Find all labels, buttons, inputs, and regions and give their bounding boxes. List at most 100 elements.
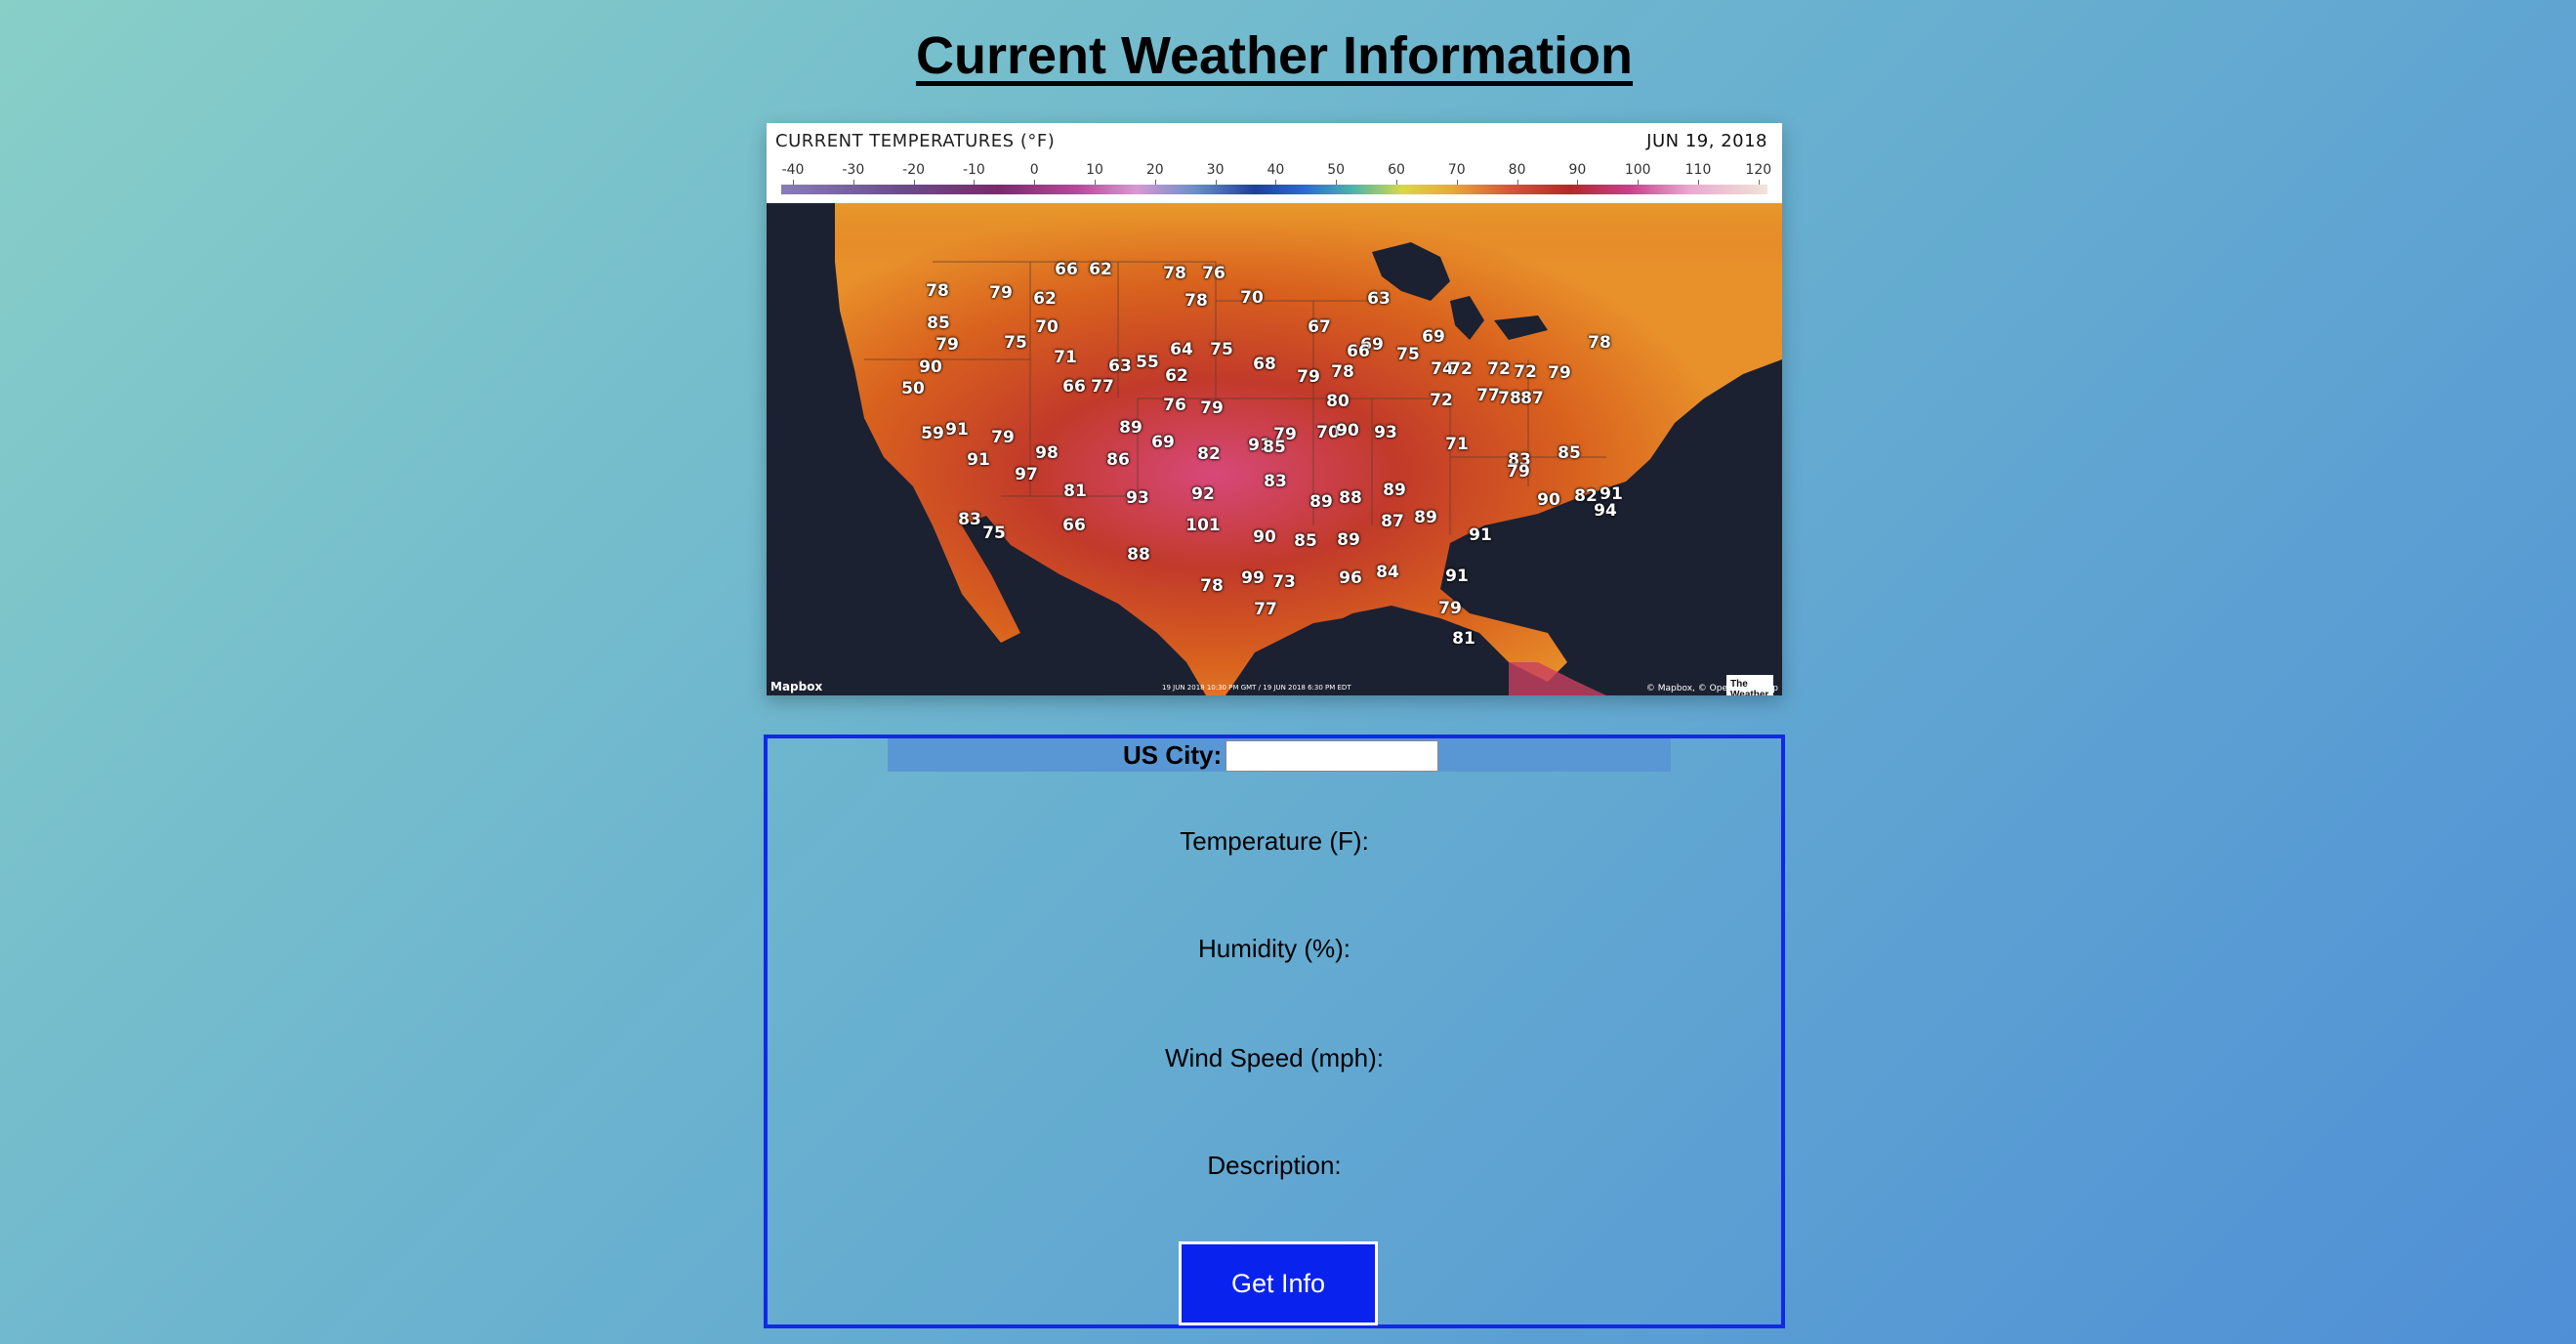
temperature-label: 77: [1476, 386, 1500, 405]
temperature-label: 69: [1151, 433, 1175, 452]
temperature-label: 91: [945, 420, 969, 440]
temperature-label: 72: [1430, 391, 1453, 410]
temperature-label: 79: [1200, 399, 1224, 418]
temperature-label: 63: [1367, 289, 1391, 309]
temperature-label: 92: [1191, 484, 1215, 504]
scale-label: 120: [1745, 162, 1772, 178]
temperature-label: 72: [1514, 362, 1537, 382]
temperature-label: 66: [1062, 377, 1086, 397]
description-label: Description:: [1207, 1151, 1342, 1180]
temperature-label: 99: [1241, 568, 1265, 588]
temperature-label: 62: [1033, 289, 1057, 309]
scale-label: 0: [1029, 162, 1039, 178]
temperature-label: 90: [919, 357, 942, 377]
temperature-label: 79: [1297, 367, 1320, 387]
temperature-label: 78: [1184, 291, 1208, 311]
map-timestamp: 19 JUN 2018 10:30 PM GMT / 19 JUN 2018 6…: [1162, 684, 1351, 692]
temperature-label: 89: [1337, 530, 1360, 550]
temperature-label: 90: [1336, 421, 1359, 441]
scale-label: 90: [1568, 162, 1587, 178]
temperature-label: 78: [1498, 389, 1521, 408]
scale-label: 70: [1447, 162, 1466, 178]
weather-form: US City: Temperature (F): Humidity (%): …: [764, 735, 1785, 1328]
temperature-label: 90: [1253, 527, 1276, 547]
temperature-label: 85: [1558, 443, 1581, 463]
temperature-label: 85: [1263, 438, 1286, 457]
temperature-label: 83: [958, 510, 981, 529]
scale-label: 10: [1086, 162, 1103, 178]
temperature-label: 59: [921, 424, 944, 443]
temperature-label: 77: [1091, 377, 1114, 397]
temperature-label: 66: [1347, 342, 1370, 361]
weather-channel-logo: TheWeatherChannel: [1726, 675, 1773, 695]
temperature-label: 91: [1445, 567, 1469, 586]
temperature-label: 79: [1438, 599, 1462, 618]
scale-label: -30: [842, 162, 865, 178]
temperature-label: 79: [991, 428, 1015, 447]
temperature-label: 89: [1383, 481, 1406, 500]
temperature-label: 78: [1163, 264, 1186, 283]
temperature-label: 88: [1127, 545, 1150, 565]
temperature-label: 50: [901, 379, 925, 399]
temperature-label: 78: [926, 281, 949, 301]
temperature-label: 93: [1126, 488, 1149, 508]
temperature-label: 66: [1055, 260, 1078, 279]
temperature-label: 79: [1548, 363, 1571, 383]
temperature-label: 66: [1062, 516, 1086, 535]
temperature-label: 97: [1015, 465, 1038, 484]
page-title: Current Weather Information: [915, 26, 1634, 85]
temperature-label: 71: [1054, 348, 1077, 367]
temperature-label: 72: [1487, 359, 1511, 379]
temperature-label: 75: [1210, 340, 1233, 359]
temperature-label: 63: [1108, 357, 1132, 376]
scale-label: -40: [781, 162, 805, 178]
temperature-label: 89: [1119, 418, 1143, 438]
temperature-label: 64: [1170, 340, 1193, 359]
temperature-label: 80: [1326, 392, 1350, 411]
scale-label: 110: [1684, 162, 1712, 178]
scale-label: -10: [962, 162, 985, 178]
temperature-label: 78: [1588, 333, 1611, 353]
temperature-label: 98: [1035, 443, 1059, 463]
temperature-label: 75: [1004, 333, 1027, 353]
scale-label: 100: [1624, 162, 1651, 178]
temperature-label: 55: [1136, 353, 1159, 372]
temperature-label: 72: [1449, 359, 1473, 379]
temperature-label: 70: [1240, 288, 1264, 308]
scale-label: 60: [1388, 162, 1405, 178]
temperature-label: 89: [1309, 492, 1333, 512]
scale-label: 20: [1145, 162, 1164, 178]
temperature-label: 76: [1163, 396, 1186, 415]
map-header: CURRENT TEMPERATURES (°F) JUN 19, 2018 -…: [767, 123, 1782, 203]
temperature-label: 79: [1507, 462, 1530, 482]
temperature-label: 91: [1469, 525, 1492, 545]
wind-speed-label: Wind Speed (mph):: [1165, 1043, 1384, 1072]
scale-label: 30: [1206, 162, 1225, 178]
scale-label: 80: [1508, 162, 1526, 178]
temperature-label: 87: [1520, 389, 1544, 408]
temperature-label: 71: [1445, 435, 1469, 454]
scale-label: 40: [1267, 162, 1285, 178]
get-info-button[interactable]: Get Info: [1179, 1241, 1378, 1325]
temperature-label: 96: [1339, 568, 1362, 588]
temperature-label: 101: [1185, 516, 1221, 535]
temperature-label: 94: [1594, 501, 1617, 521]
temperature-label: 90: [1537, 490, 1560, 510]
temperature-label: 68: [1253, 355, 1276, 374]
temperature-label: 79: [989, 283, 1013, 303]
city-label: US City:: [1123, 740, 1223, 770]
temperature-label: 81: [1452, 629, 1475, 649]
temperature-label: 78: [1331, 362, 1354, 382]
temperature-label: Temperature (F):: [1180, 826, 1369, 856]
city-input-row: US City:: [888, 738, 1671, 772]
temperature-label: 86: [1106, 450, 1130, 470]
city-input[interactable]: [1226, 740, 1438, 772]
temperature-label: 62: [1089, 260, 1112, 279]
temperature-label: 85: [927, 314, 950, 333]
weather-map-image: CURRENT TEMPERATURES (°F) JUN 19, 2018 -…: [767, 123, 1782, 695]
map-date: JUN 19, 2018: [1646, 131, 1767, 151]
temperature-label: 70: [1035, 317, 1059, 337]
temperature-label: 91: [967, 450, 990, 470]
temperature-label: 79: [935, 335, 959, 355]
scale-label: 50: [1327, 162, 1346, 178]
